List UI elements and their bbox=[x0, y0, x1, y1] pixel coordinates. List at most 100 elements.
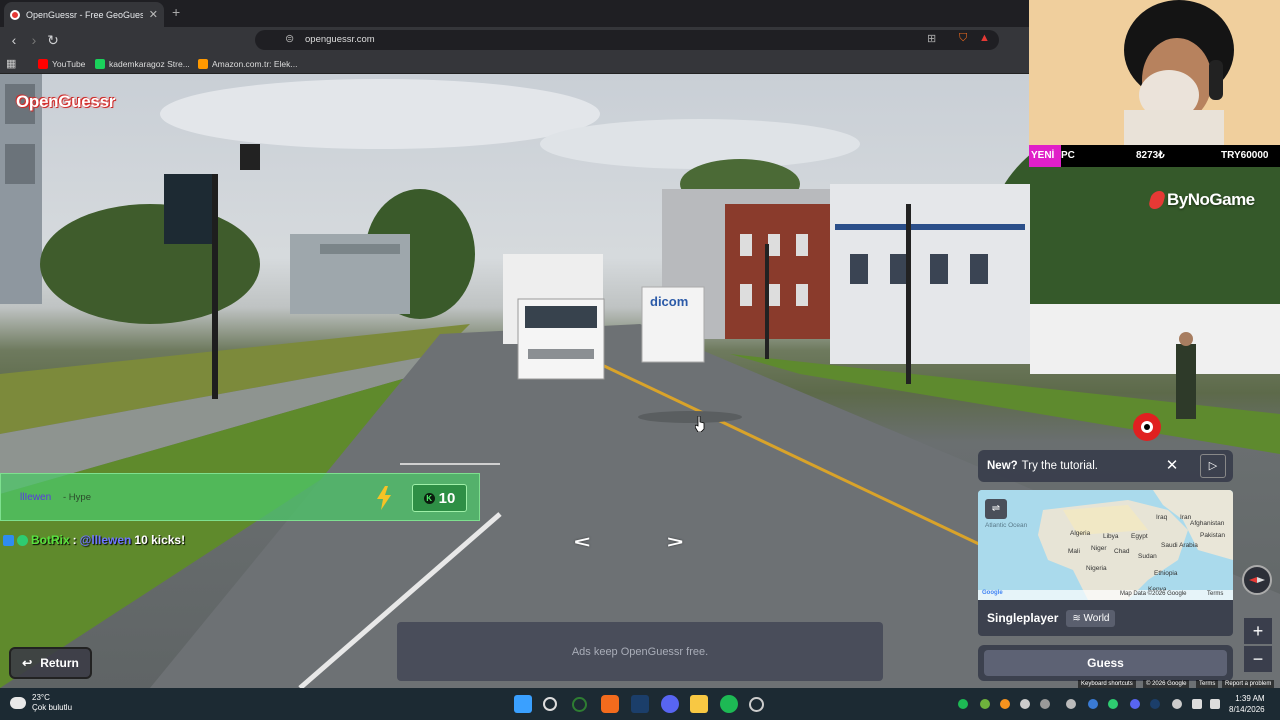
kick-icon bbox=[95, 58, 105, 69]
donation-new-label: YENİ bbox=[1029, 145, 1061, 167]
obs-icon[interactable] bbox=[749, 697, 764, 712]
back-icon[interactable]: ‹ bbox=[4, 30, 24, 50]
donation-goal-bar: YENİ PC 8273₺ TRY60000 bbox=[1029, 145, 1280, 167]
chat-separator: : bbox=[72, 533, 77, 547]
site-info-icon[interactable]: ⊜ bbox=[285, 32, 294, 45]
discord-icon[interactable] bbox=[661, 695, 679, 713]
forward-icon[interactable]: › bbox=[24, 30, 44, 50]
windows-start-icon[interactable] bbox=[514, 695, 532, 713]
discord-tray-icon[interactable] bbox=[1130, 699, 1140, 709]
map-label: Chad bbox=[1114, 548, 1130, 555]
compass-needle-icon bbox=[1249, 577, 1265, 583]
mode-title: Singleplayer bbox=[987, 611, 1059, 625]
tray-icon[interactable] bbox=[1108, 699, 1118, 709]
microphone-tray-icon[interactable] bbox=[1172, 699, 1182, 709]
new-tab-icon[interactable]: + bbox=[172, 4, 180, 20]
donation-amount: 8273₺ bbox=[1136, 150, 1165, 161]
browser-nav-bar: ‹ › ↻ ☐ ⊜ openguessr.com ⊞ ⛉ ▲ bbox=[0, 27, 1029, 53]
map-label: Ethiopia bbox=[1154, 570, 1178, 577]
clock-time: 1:39 AM bbox=[1235, 694, 1265, 703]
volume-tray-icon[interactable] bbox=[1210, 699, 1220, 709]
chat-username: BotRix bbox=[31, 533, 70, 547]
reload-icon[interactable]: ↻ bbox=[43, 30, 63, 50]
mouse-cursor-icon bbox=[695, 416, 705, 432]
address-bar[interactable]: ⊜ openguessr.com ⊞ ⛉ ▲ bbox=[255, 30, 999, 50]
kick-coin-icon: K bbox=[423, 492, 435, 504]
map-label: Afghanistan bbox=[1190, 520, 1225, 527]
file-explorer-icon[interactable] bbox=[690, 695, 708, 713]
map-label: Egypt bbox=[1131, 533, 1148, 540]
keyboard-shortcuts-link[interactable]: Keyboard shortcuts bbox=[1078, 680, 1136, 688]
temperature: 23°C bbox=[32, 693, 50, 702]
svg-text:dicom: dicom bbox=[650, 294, 688, 309]
spotify-icon[interactable] bbox=[720, 695, 738, 713]
bot-badge-icon bbox=[3, 534, 14, 546]
weather-condition: Çok bulutlu bbox=[32, 703, 73, 712]
move-left-arrow[interactable]: < bbox=[574, 532, 590, 551]
nvidia-tray-icon[interactable] bbox=[980, 699, 990, 709]
map-footer: Google Map Data ©2026 Google Terms bbox=[978, 590, 1233, 600]
weather-widget[interactable]: 23°C Çok bulutlu bbox=[10, 693, 72, 713]
close-tab-icon[interactable]: ✕ bbox=[149, 8, 158, 21]
terms-link[interactable]: Terms bbox=[1196, 680, 1219, 688]
kick-count-badge: K 10 bbox=[412, 484, 467, 512]
browser-tab-bar: OpenGuessr - Free GeoGuess ✕ + bbox=[0, 0, 1029, 27]
xbox-icon[interactable] bbox=[572, 697, 587, 712]
brave-rewards-icon[interactable]: ▲ bbox=[979, 32, 990, 44]
bookmark-kick[interactable]: kademkaragoz Stre... bbox=[95, 57, 190, 70]
clock-date: 8/14/2026 bbox=[1229, 705, 1265, 714]
alert-message: - Hype bbox=[63, 492, 91, 503]
ad-placeholder: Ads keep OpenGuessr free. bbox=[397, 622, 883, 681]
zoom-in-button[interactable]: + bbox=[1244, 618, 1272, 644]
amazon-icon bbox=[198, 58, 208, 69]
google-logo: Google bbox=[982, 590, 1003, 596]
map-label: Pakistan bbox=[1200, 532, 1225, 539]
map-settings-icon[interactable]: ⇌ bbox=[985, 499, 1007, 519]
browser-tab[interactable]: OpenGuessr - Free GeoGuess ✕ bbox=[4, 2, 164, 27]
openguessr-logo[interactable]: OpenGuessr bbox=[16, 92, 115, 112]
map-label: Algeria bbox=[1070, 530, 1091, 537]
zoom-out-button[interactable]: − bbox=[1244, 646, 1272, 672]
donation-pc-label: PC bbox=[1061, 150, 1075, 161]
tray-icon[interactable] bbox=[1020, 699, 1030, 709]
apps-grid-icon[interactable]: ▦ bbox=[6, 57, 16, 70]
chat-message: BotRix : @llIewen 10 kicks! bbox=[3, 533, 185, 547]
network-tray-icon[interactable] bbox=[1192, 699, 1202, 709]
report-problem-link[interactable]: Report a problem bbox=[1222, 680, 1275, 688]
bookmark-amazon[interactable]: Amazon.com.tr: Elek... bbox=[198, 57, 298, 70]
system-clock[interactable]: 1:39 AM 8/14/2026 bbox=[1229, 693, 1265, 715]
chat-mention: @llIewen bbox=[79, 533, 132, 547]
webcam-overlay bbox=[1029, 0, 1280, 145]
layers-icon: ≋ bbox=[1072, 612, 1081, 624]
close-tutorial-icon[interactable]: ✕ bbox=[1159, 454, 1185, 478]
copyright-text: © 2026 Google bbox=[1143, 680, 1190, 688]
bynogame-icon bbox=[1147, 191, 1167, 209]
streamer-webcam-image bbox=[1029, 0, 1280, 145]
tutorial-text: Try the tutorial. bbox=[1021, 460, 1098, 472]
steam-tray-icon[interactable] bbox=[1150, 699, 1160, 709]
verified-badge-icon bbox=[17, 534, 28, 546]
bluetooth-tray-icon[interactable] bbox=[1088, 699, 1098, 709]
tray-icon[interactable] bbox=[1040, 699, 1050, 709]
play-tutorial-icon[interactable]: ▷ bbox=[1200, 454, 1226, 478]
map-terms-link[interactable]: Terms bbox=[1207, 591, 1223, 597]
search-icon[interactable] bbox=[543, 697, 557, 711]
compass-icon[interactable] bbox=[1242, 565, 1272, 595]
move-right-arrow[interactable]: > bbox=[667, 532, 683, 551]
steam-icon[interactable] bbox=[631, 695, 649, 713]
game-mode-bar: Singleplayer ≋ World bbox=[978, 600, 1233, 636]
bookmark-youtube[interactable]: YouTube bbox=[38, 57, 85, 70]
return-button[interactable]: ↩ Return bbox=[9, 647, 92, 679]
brave-shield-icon[interactable]: ⛉ bbox=[959, 32, 967, 45]
spotify-tray-icon[interactable] bbox=[958, 699, 968, 709]
map-label: Saudi Arabia bbox=[1161, 542, 1198, 549]
url-text[interactable]: openguessr.com bbox=[305, 34, 375, 45]
usb-tray-icon[interactable] bbox=[1066, 699, 1076, 709]
translate-icon[interactable]: ⊞ bbox=[927, 32, 936, 45]
cloud-sync-tray-icon[interactable] bbox=[1000, 699, 1010, 709]
brave-browser-icon[interactable] bbox=[601, 695, 619, 713]
map-chip[interactable]: ≋ World bbox=[1066, 609, 1116, 627]
kick-alert-bar: llIewen - Hype K 10 bbox=[0, 473, 480, 521]
guess-minimap[interactable]: ⇌ Atlantic Ocean Algeria Libya Egypt Ira… bbox=[978, 490, 1233, 600]
guess-button[interactable]: Guess bbox=[984, 650, 1227, 676]
